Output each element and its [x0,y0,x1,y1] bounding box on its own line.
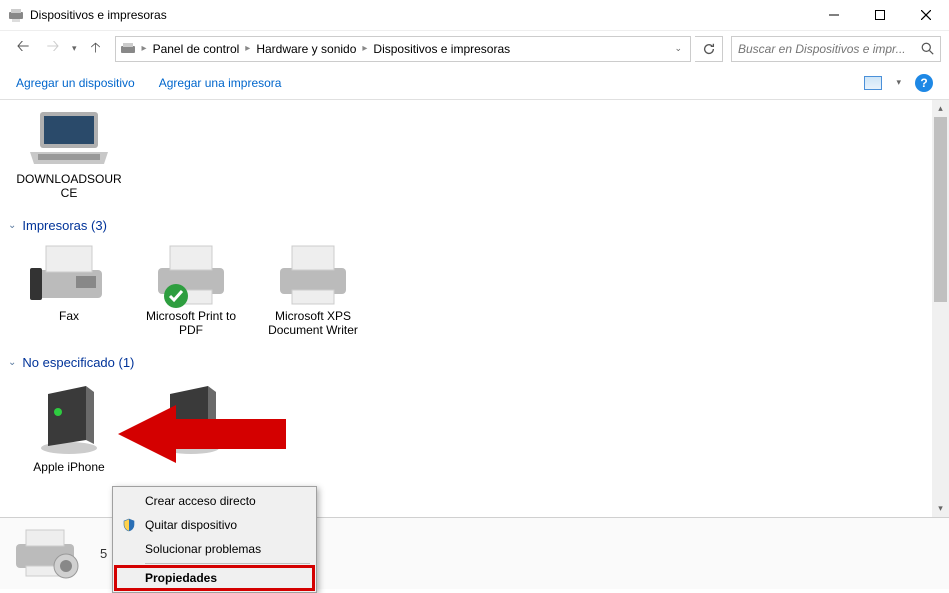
device-item[interactable]: Apple iPhone [8,378,130,476]
laptop-icon [21,106,117,170]
chevron-down-icon: ⌄ [8,220,16,231]
group-title: No especificado (1) [22,355,134,370]
printer-item[interactable]: Microsoft XPS Document Writer [252,241,374,339]
scroll-up-button[interactable]: ▴ [932,100,949,117]
window-title: Dispositivos e impresoras [30,8,811,22]
content-pane: DOWNLOADSOURCE ⌄ Impresoras (3) Fax [0,100,949,517]
generic-device-icon [21,380,117,458]
command-bar: Agregar un dispositivo Agregar una impre… [0,66,949,100]
help-button[interactable]: ? [915,74,933,92]
menu-label: Crear acceso directo [145,494,256,508]
device-items: DOWNLOADSOURCE [0,100,949,214]
details-icon [10,526,88,582]
printer-item[interactable]: Fax [8,241,130,339]
maximize-button[interactable] [857,0,903,30]
printer-icon [143,243,239,307]
menu-remove-device[interactable]: Quitar dispositivo [115,513,314,537]
address-dropdown[interactable]: ⌄ [670,43,686,54]
device-label: Apple iPhone [33,460,104,474]
address-bar[interactable]: ▸ Panel de control ▸ Hardware y sonido ▸… [115,36,691,62]
window-controls [811,0,949,30]
add-printer-button[interactable]: Agregar una impresora [159,76,282,90]
context-menu: Crear acceso directo Quitar dispositivo … [112,486,317,593]
search-icon[interactable] [921,42,934,55]
breadcrumb[interactable]: Hardware y sonido [252,42,360,56]
menu-label: Propiedades [145,571,217,585]
chevron-down-icon: ⌄ [8,357,16,368]
chevron-right-icon[interactable]: ▸ [140,43,149,54]
breadcrumb[interactable]: Panel de control [149,42,244,56]
printer-item[interactable]: Microsoft Print to PDF [130,241,252,339]
search-box[interactable] [731,36,941,62]
scroll-thumb[interactable] [934,117,947,302]
titlebar: Dispositivos e impresoras [0,0,949,30]
fax-icon [21,243,117,307]
menu-troubleshoot[interactable]: Solucionar problemas [115,537,314,561]
add-device-button[interactable]: Agregar un dispositivo [16,76,135,90]
group-header-printers[interactable]: ⌄ Impresoras (3) [0,214,949,237]
menu-label: Quitar dispositivo [145,518,237,532]
navigation-bar: 🡠 🡢 ▾ 🡡 ▸ Panel de control ▸ Hardware y … [0,30,949,66]
device-label: DOWNLOADSOURCE [14,172,124,200]
menu-separator [145,563,310,564]
forward-button[interactable]: 🡢 [38,34,68,64]
printer-items: Fax Microsoft Print to PDF [0,237,949,351]
minimize-button[interactable] [811,0,857,30]
menu-create-shortcut[interactable]: Crear acceso directo [115,489,314,513]
breadcrumb[interactable]: Dispositivos e impresoras [369,42,514,56]
generic-device-icon [143,380,239,458]
menu-properties[interactable]: Propiedades [115,566,314,590]
printer-label: Fax [59,309,79,323]
refresh-button[interactable] [695,36,723,62]
unspecified-items: Apple iPhone [0,374,949,488]
details-count: 5 [100,546,107,561]
devices-printers-icon [8,7,24,23]
view-dropdown[interactable]: ▾ [892,77,905,88]
device-item[interactable]: DOWNLOADSOURCE [8,104,130,202]
scroll-down-button[interactable]: ▾ [932,500,949,517]
printer-label: Microsoft XPS Document Writer [258,309,368,337]
shield-icon [121,517,137,533]
device-item[interactable] [130,378,252,476]
chevron-right-icon[interactable]: ▸ [243,43,252,54]
close-button[interactable] [903,0,949,30]
group-header-unspecified[interactable]: ⌄ No especificado (1) [0,351,949,374]
printer-icon [265,243,361,307]
view-options-button[interactable] [864,76,882,90]
vertical-scrollbar[interactable]: ▴ ▾ [932,100,949,517]
group-title: Impresoras (3) [22,218,107,233]
location-icon [120,41,136,57]
up-button[interactable]: 🡡 [81,34,111,64]
history-dropdown[interactable]: ▾ [68,43,81,54]
chevron-right-icon[interactable]: ▸ [360,43,369,54]
menu-label: Solucionar problemas [145,542,261,556]
search-input[interactable] [738,42,921,56]
printer-label: Microsoft Print to PDF [136,309,246,337]
back-button[interactable]: 🡠 [8,34,38,64]
